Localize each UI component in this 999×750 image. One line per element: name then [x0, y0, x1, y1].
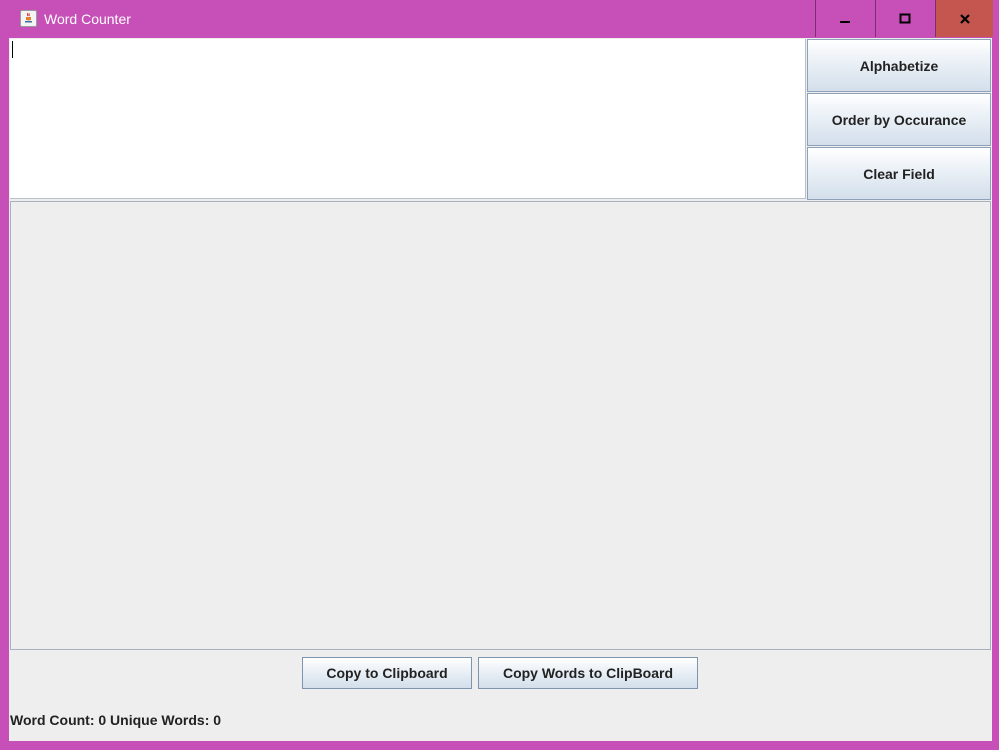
text-input-area[interactable] [10, 39, 806, 199]
maximize-icon [899, 13, 911, 23]
results-panel[interactable] [10, 201, 991, 650]
alphabetize-button[interactable]: Alphabetize [807, 39, 991, 92]
word-count-status: Word Count: 0 Unique Words: 0 [10, 712, 222, 728]
app-window: Word Counter Alphabetize Order by Occura… [0, 0, 999, 750]
maximize-button[interactable] [875, 0, 934, 37]
copy-to-clipboard-button[interactable]: Copy to Clipboard [302, 657, 472, 689]
copy-words-to-clipboard-button[interactable]: Copy Words to ClipBoard [478, 657, 698, 689]
minimize-icon [840, 20, 850, 23]
java-app-icon [20, 10, 37, 27]
title-bar[interactable]: Word Counter [0, 0, 999, 38]
close-button[interactable] [935, 0, 993, 37]
text-caret [12, 41, 13, 58]
clear-field-button[interactable]: Clear Field [807, 147, 991, 200]
minimize-button[interactable] [815, 0, 874, 37]
close-icon [959, 13, 970, 24]
order-by-occurance-button[interactable]: Order by Occurance [807, 93, 991, 146]
content-pane: Alphabetize Order by Occurance Clear Fie… [9, 38, 992, 741]
window-title: Word Counter [44, 11, 131, 27]
